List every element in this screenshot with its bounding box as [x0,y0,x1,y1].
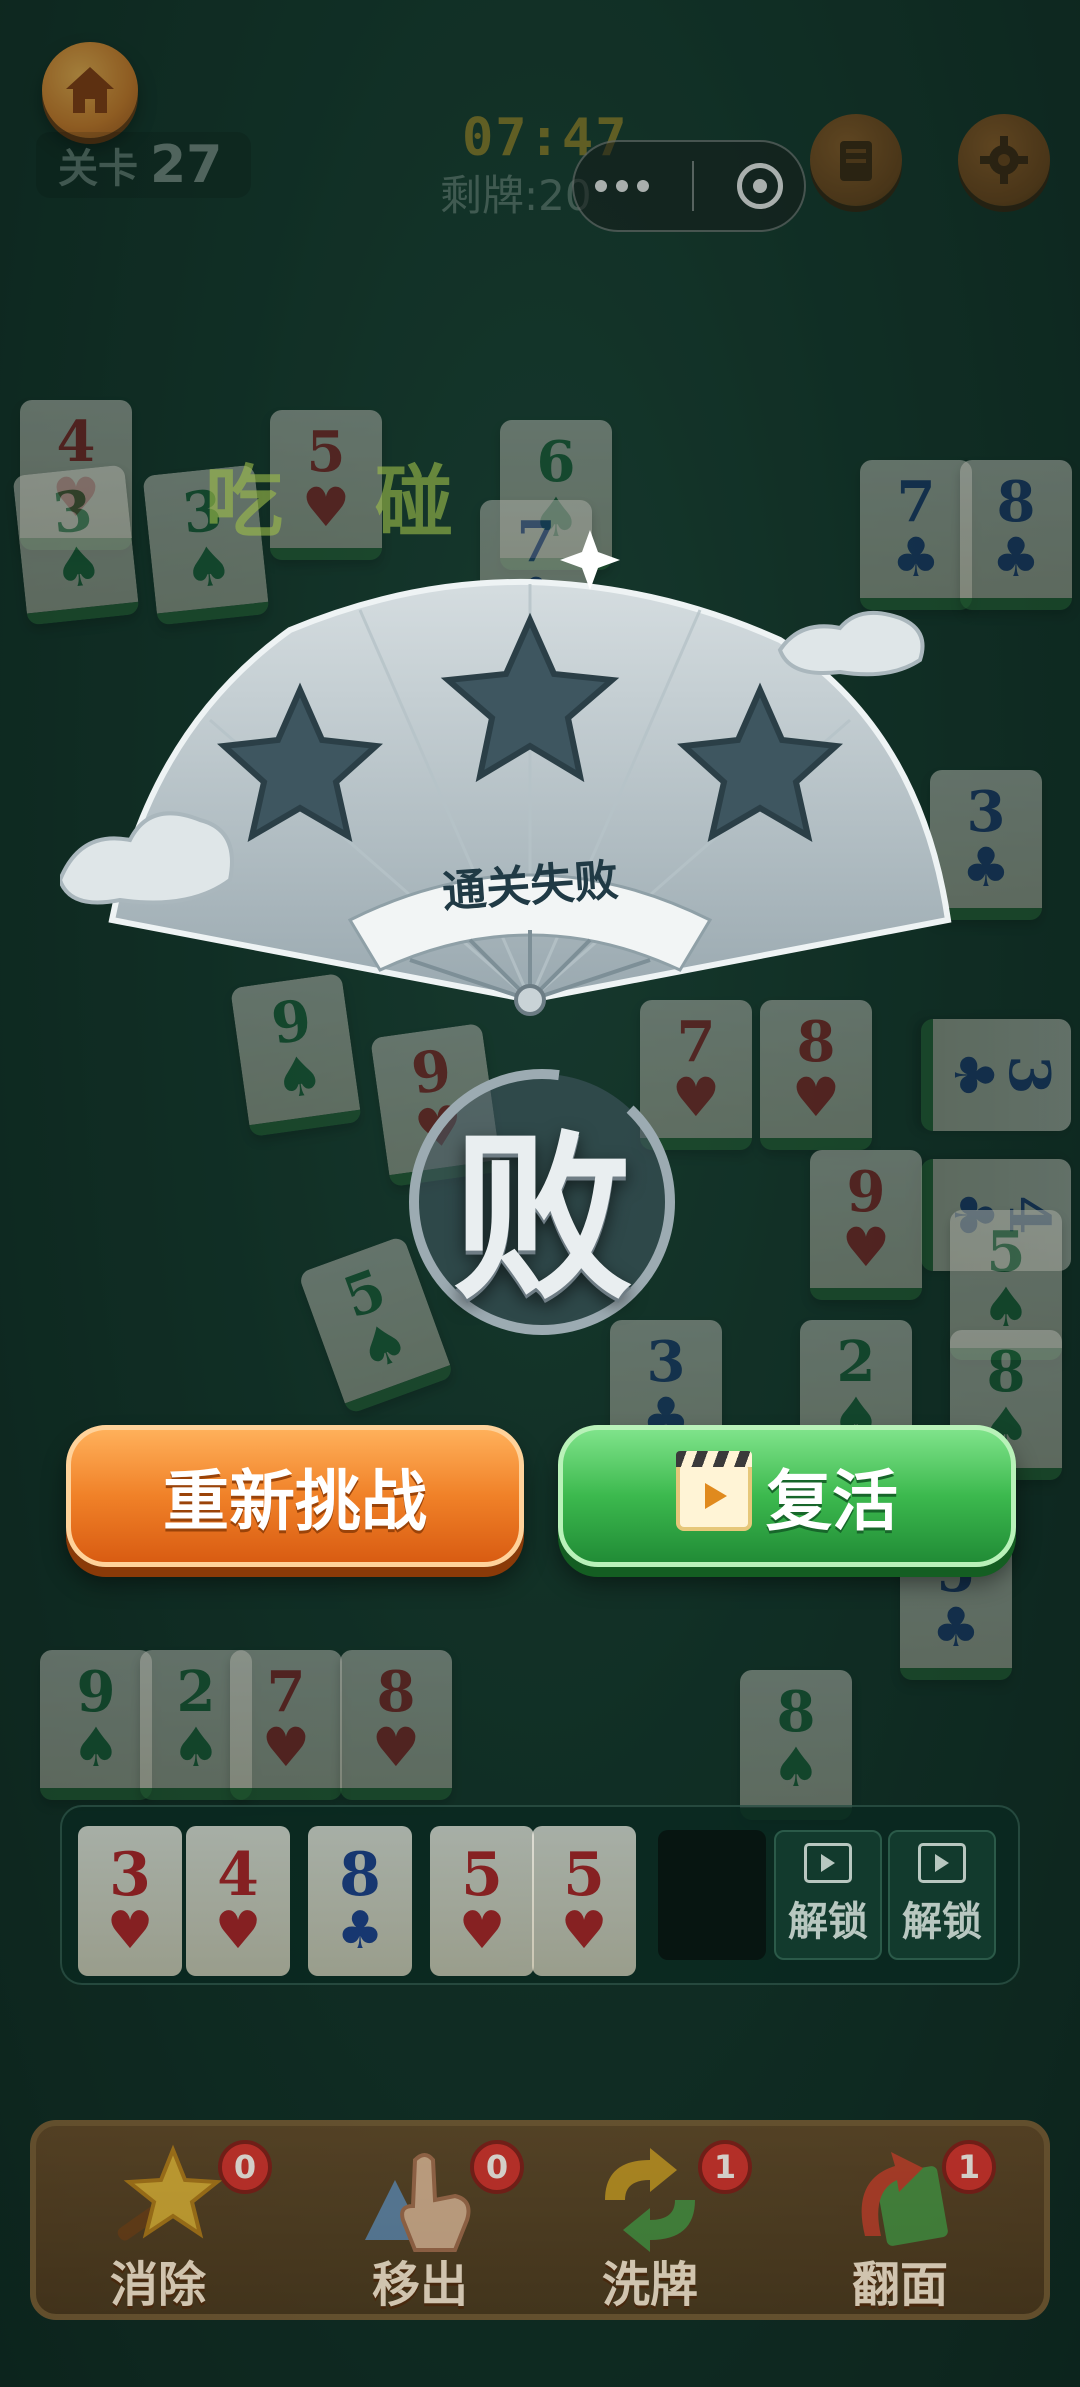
tile-suit: ♥ [214,1900,262,1961]
slot-tile: 5 ♥ [430,1826,534,1976]
fan-illustration [57,530,952,1016]
tile-suit: ♥ [560,1900,608,1961]
magic-wand-star-icon [117,2144,223,2241]
slot-tile: 4 ♥ [186,1826,290,1976]
empty-slot [658,1830,766,1960]
tool-count-badge: 1 [942,2140,996,2194]
tool-eliminate[interactable]: 消除 0 [58,2140,272,2315]
hand-pointer-icon [365,2153,471,2252]
shuffle-arrows-icon [605,2148,695,2252]
tool-label: 翻面 [851,2257,948,2313]
tool-move-out[interactable]: 移出 0 [320,2140,524,2315]
tile-rank: 4 [217,1840,259,1910]
tile-rank: 5 [563,1840,605,1910]
unlock-label: 解锁 [788,1899,868,1945]
fail-badge: 败 [395,1055,690,1350]
slot-tile: 3 ♥ [78,1826,182,1976]
fail-fan-panel: 通关失败 [57,500,1000,1060]
cloud-left-icon [57,811,234,905]
video-ad-icon [676,1451,752,1531]
revive-label: 复活 [766,1463,898,1540]
tool-label: 移出 [371,2257,468,2313]
locked-slot-1[interactable]: 解锁 [774,1830,882,1960]
tile-rank: 8 [339,1840,381,1910]
tool-count-badge: 0 [470,2140,524,2194]
tile-rank: 3 [109,1840,151,1910]
retry-label: 重新挑战 [163,1463,427,1540]
locked-slot-2[interactable]: 解锁 [888,1830,996,1960]
slot-tile: 5 ♥ [532,1826,636,1976]
video-ad-icon [804,1843,852,1883]
tool-shuffle[interactable]: 洗牌 1 [550,2140,752,2315]
fail-glyph: 败 [452,1113,633,1324]
revive-button[interactable]: 复活 [558,1425,1016,1567]
tile-suit: ♥ [458,1900,506,1961]
cloud-right-icon [777,610,925,677]
tool-count-badge: 0 [218,2140,272,2194]
slot-tile: 8 ♣ [308,1826,412,1976]
tool-label: 消除 [109,2257,206,2313]
tool-label: 洗牌 [601,2257,698,2313]
tool-count-badge: 1 [698,2140,752,2194]
unlock-label: 解锁 [902,1899,982,1945]
tool-flip[interactable]: 翻面 1 [800,2140,1000,2315]
tile-suit: ♥ [106,1900,154,1961]
retry-button[interactable]: 重新挑战 [66,1425,524,1567]
video-ad-icon [918,1843,966,1883]
tile-rank: 5 [461,1840,503,1910]
tile-suit: ♣ [336,1900,384,1961]
